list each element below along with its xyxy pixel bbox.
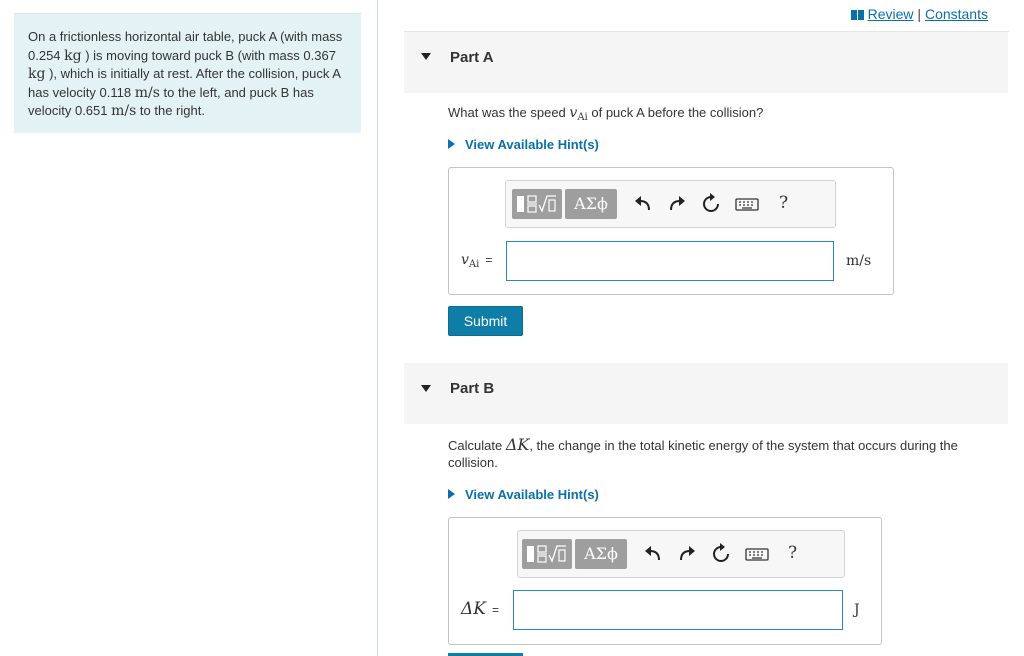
- keyboard-icon[interactable]: [744, 543, 770, 565]
- reset-icon[interactable]: [700, 193, 722, 215]
- part-b-title: Part B: [450, 380, 495, 397]
- part-a-equation-toolbar: ΑΣϕ ?: [505, 180, 836, 228]
- play-arrow-icon: [448, 139, 455, 149]
- help-icon[interactable]: ?: [788, 543, 797, 563]
- part-a-hint-link[interactable]: View Available Hint(s): [448, 137, 599, 152]
- part-b-variable-label: ΔK =: [461, 599, 499, 619]
- part-b-unit: J: [854, 602, 860, 618]
- help-icon[interactable]: ?: [779, 193, 788, 213]
- part-b-hint-link[interactable]: View Available Hint(s): [448, 487, 599, 502]
- reset-icon[interactable]: [710, 543, 732, 565]
- part-b-answer-input[interactable]: [513, 590, 843, 630]
- triangle-down-icon[interactable]: [421, 385, 431, 392]
- redo-icon[interactable]: [666, 193, 688, 215]
- part-a-title: Part A: [450, 49, 494, 66]
- undo-icon[interactable]: [632, 193, 654, 215]
- problem-statement: On a frictionless horizontal air table, …: [14, 13, 361, 133]
- part-a-header[interactable]: Part A: [404, 32, 1008, 93]
- part-a-unit: m/s: [846, 253, 872, 269]
- part-a-submit-button[interactable]: Submit: [448, 306, 523, 336]
- greek-symbols-button[interactable]: ΑΣϕ: [575, 539, 627, 569]
- review-link[interactable]: Review: [868, 6, 914, 22]
- review-book-icon: [850, 10, 864, 20]
- part-a-answer-box: ΑΣϕ ? vAi = m/s: [448, 167, 894, 295]
- templates-icon[interactable]: [512, 189, 562, 219]
- header-separator: |: [913, 6, 925, 22]
- greek-symbols-button[interactable]: ΑΣϕ: [565, 189, 617, 219]
- part-b-answer-box: ΑΣϕ ? ΔK = J: [448, 517, 882, 645]
- part-a-question: What was the speed vAi of puck A before …: [448, 105, 764, 123]
- part-b-equation-toolbar: ΑΣϕ ?: [517, 530, 845, 578]
- part-b-question: Calculate ΔK, the change in the total ki…: [448, 435, 958, 470]
- undo-icon[interactable]: [642, 543, 664, 565]
- keyboard-icon[interactable]: [734, 193, 760, 215]
- constants-link[interactable]: Constants: [925, 6, 988, 22]
- part-a-variable-label: vAi =: [461, 252, 493, 270]
- play-arrow-icon: [448, 489, 455, 499]
- part-b-header[interactable]: Part B: [404, 363, 1008, 424]
- templates-icon[interactable]: [522, 539, 572, 569]
- triangle-down-icon[interactable]: [421, 53, 431, 60]
- left-column: On a frictionless horizontal air table, …: [0, 0, 378, 656]
- part-a-answer-input[interactable]: [506, 241, 834, 281]
- header-links: Review | Constants: [850, 6, 988, 22]
- redo-icon[interactable]: [676, 543, 698, 565]
